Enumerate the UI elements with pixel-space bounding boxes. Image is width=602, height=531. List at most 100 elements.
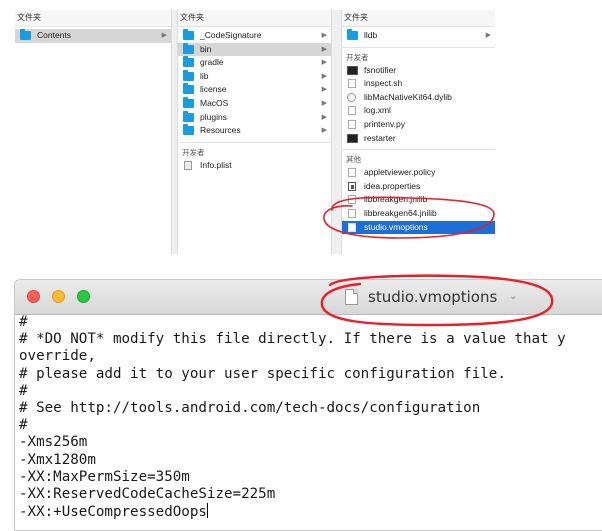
- text-line: #: [19, 314, 28, 330]
- file-item-libbreakgen-jnilib[interactable]: libbreakgen.jnilib: [342, 193, 495, 207]
- file-label: libbreakgen.jnilib: [364, 194, 428, 205]
- column-header: 文件夹: [342, 10, 495, 27]
- section-header-developer: 开发者: [182, 147, 205, 157]
- folder-label: lldb: [364, 30, 378, 40]
- text-line: #: [19, 417, 28, 434]
- text-line-value: -XX:+UseCompressedOops: [19, 504, 207, 521]
- properties-file-icon: [348, 181, 356, 191]
- chevron-right-icon: ▶: [485, 32, 491, 39]
- chevron-right-icon: ▶: [321, 86, 327, 94]
- folder-item-codesignature[interactable]: _CodeSignature ▶: [178, 29, 331, 43]
- section-divider: [342, 46, 495, 48]
- executable-icon: [347, 65, 358, 75]
- folder-icon: [183, 124, 194, 136]
- chevron-right-icon: ▶: [321, 45, 327, 53]
- chevron-right-icon: ▶: [321, 72, 327, 80]
- text-line: override,: [19, 348, 96, 365]
- chevron-right-icon: ▶: [161, 32, 167, 39]
- section-header-other: 其他: [346, 155, 361, 165]
- file-label: inspect.sh: [364, 78, 403, 89]
- folder-item-lib[interactable]: lib ▶: [178, 69, 331, 84]
- file-item-fsnotifier[interactable]: fsnotifier: [342, 64, 495, 78]
- close-button[interactable]: [27, 290, 40, 303]
- zoom-button[interactable]: [77, 290, 90, 303]
- finder-column-2: 文件夹 _CodeSignature ▶ bin ▶ gradle ▶ lib …: [178, 10, 331, 254]
- folder-item-bin[interactable]: bin ▶: [178, 42, 331, 57]
- folder-label: _CodeSignature: [200, 30, 262, 40]
- document-icon: [348, 195, 356, 205]
- column-divider[interactable]: [331, 10, 342, 254]
- folder-icon: [183, 96, 194, 108]
- file-label: libbreakgen64.jnilib: [364, 207, 437, 218]
- file-item-libmacnativekit64[interactable]: libMacNativeKit64.dylib: [342, 91, 495, 105]
- folder-item-lldb[interactable]: lldb ▶: [342, 29, 495, 43]
- folder-item-macos[interactable]: MacOS ▶: [178, 96, 331, 111]
- chevron-right-icon: ▶: [321, 113, 327, 121]
- file-item-log-xml[interactable]: log.xml: [342, 104, 495, 118]
- file-label: idea.properties: [364, 180, 421, 191]
- folder-label: MacOS: [200, 97, 229, 108]
- file-item-libbreakgen64-jnilib[interactable]: libbreakgen64.jnilib: [342, 207, 495, 221]
- folder-icon: [183, 69, 194, 81]
- section-divider: [178, 141, 331, 143]
- minimize-button[interactable]: [52, 290, 65, 303]
- file-label: appletviewer.policy: [364, 167, 436, 178]
- finder-column-1: 文件夹 Contents ▶: [15, 10, 171, 254]
- section-header-developer: 开发者: [346, 52, 369, 62]
- file-item-restarter[interactable]: restarter: [342, 132, 495, 146]
- folder-item-contents[interactable]: Contents ▶: [15, 29, 171, 43]
- file-item-studio-vmoptions[interactable]: studio.vmoptions: [342, 220, 495, 235]
- chevron-right-icon: ▶: [321, 127, 327, 135]
- window-title[interactable]: studio.vmoptions: [368, 288, 497, 306]
- plist-file-icon: [184, 160, 192, 170]
- folder-label: license: [200, 84, 227, 95]
- document-icon: [348, 79, 356, 89]
- folder-label: Resources: [200, 125, 241, 136]
- window-titlebar[interactable]: studio.vmoptions ⌄: [15, 280, 602, 315]
- file-label: restarter: [364, 132, 396, 143]
- column-header: 文件夹: [15, 10, 171, 27]
- text-line: #: [19, 382, 28, 399]
- file-item-idea-properties[interactable]: idea.properties: [342, 180, 495, 194]
- file-item-info-plist[interactable]: Info.plist: [178, 159, 331, 173]
- text-line: # please add it to your user specific co…: [19, 365, 506, 382]
- folder-icon: [183, 29, 194, 40]
- document-icon: [345, 289, 358, 305]
- document-icon: [348, 106, 356, 116]
- dylib-icon: [347, 92, 356, 102]
- text-content-area[interactable]: # # *DO NOT* modify this file directly. …: [19, 314, 602, 530]
- text-line: # *DO NOT* modify this file directly. If…: [19, 331, 566, 348]
- text-cursor: [206, 503, 208, 519]
- folder-item-license[interactable]: license ▶: [178, 83, 331, 97]
- folder-icon: [183, 83, 194, 95]
- text-line: -Xmx1280m: [19, 451, 96, 468]
- folder-icon: [183, 110, 194, 122]
- document-icon: [348, 168, 356, 178]
- section-divider: [342, 149, 495, 151]
- executable-icon: [347, 133, 358, 143]
- folder-label: plugins: [200, 111, 227, 122]
- text-editor-window: studio.vmoptions ⌄ # # *DO NOT* modify t…: [14, 279, 602, 531]
- text-line: # See http://tools.android.com/tech-docs…: [19, 399, 481, 416]
- file-item-printenv-py[interactable]: printenv.py: [342, 118, 495, 132]
- file-label: printenv.py: [364, 118, 405, 129]
- text-line: -Xms256m: [19, 434, 88, 451]
- file-label: log.xml: [364, 105, 391, 116]
- column-header: 文件夹: [178, 10, 331, 27]
- column-divider[interactable]: [171, 10, 178, 254]
- chevron-right-icon: ▶: [321, 99, 327, 107]
- folder-label: lib: [200, 70, 209, 81]
- folder-item-resources[interactable]: Resources ▶: [178, 124, 331, 138]
- folder-item-plugins[interactable]: plugins ▶: [178, 110, 331, 125]
- document-icon: [348, 119, 356, 129]
- folder-icon: [347, 29, 358, 40]
- text-line: -XX:ReservedCodeCacheSize=225m: [19, 485, 276, 502]
- text-line-last: -XX:+UseCompressedOops: [19, 503, 602, 520]
- folder-item-gradle[interactable]: gradle ▶: [178, 56, 331, 70]
- file-item-appletviewer-policy[interactable]: appletviewer.policy: [342, 166, 495, 180]
- folder-label: Contents: [37, 30, 72, 40]
- file-item-inspect-sh[interactable]: inspect.sh: [342, 77, 495, 91]
- text-line: -XX:MaxPermSize=350m: [19, 468, 190, 485]
- folder-icon: [183, 42, 194, 54]
- chevron-down-icon[interactable]: ⌄: [509, 291, 517, 302]
